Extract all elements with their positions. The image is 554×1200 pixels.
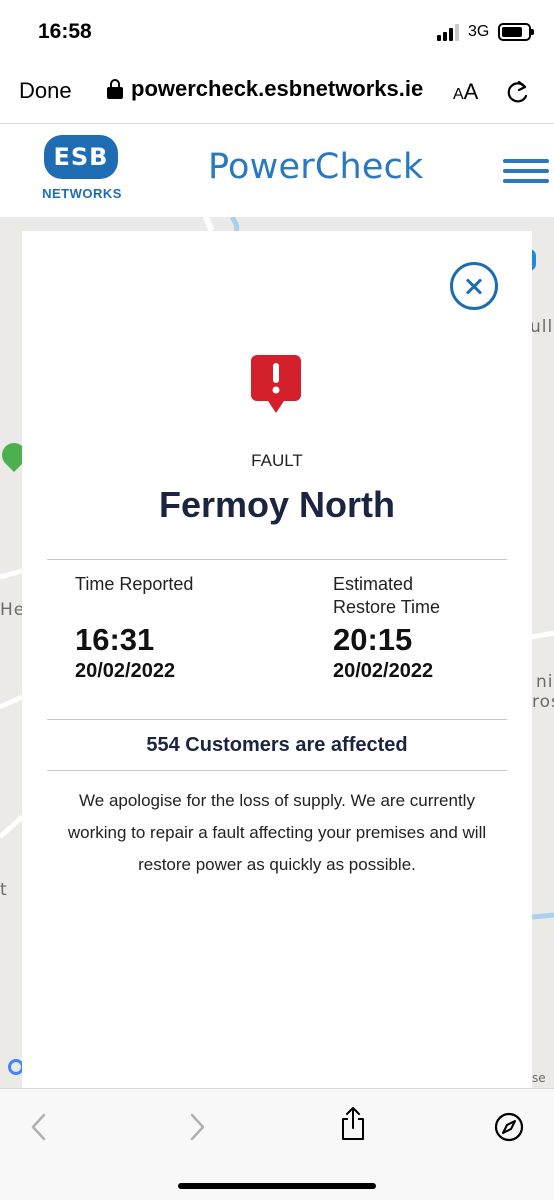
close-icon[interactable]	[450, 262, 498, 310]
restore-time-label-line2: Restore Time	[333, 597, 441, 617]
map-label: se	[532, 1071, 546, 1085]
map-label: ros	[532, 692, 554, 712]
share-icon[interactable]	[339, 1106, 367, 1142]
outage-detail-card: FAULT Fermoy North Time Reported 16:31 2…	[22, 231, 532, 1088]
fault-alert-icon	[251, 355, 301, 413]
restore-date-value: 20/02/2022	[333, 660, 434, 682]
done-button[interactable]: Done	[19, 78, 72, 104]
status-bar: 16:58 3G	[0, 0, 554, 62]
divider	[47, 559, 507, 560]
map-label: ull	[530, 317, 554, 337]
forward-icon[interactable]	[186, 1113, 208, 1141]
site-header: ESB NETWORKS PowerCheck	[0, 124, 554, 217]
lock-icon	[107, 79, 123, 99]
time-reported-value: 16:31	[75, 622, 155, 657]
network-type: 3G	[468, 23, 490, 40]
outage-status: FAULT	[251, 451, 303, 470]
brand-title: PowerCheck	[208, 147, 424, 187]
battery-icon	[498, 23, 534, 41]
divider	[47, 770, 507, 771]
url-text: powercheck.esbnetworks.ie	[131, 76, 424, 101]
compass-icon[interactable]	[493, 1111, 525, 1143]
address-field[interactable]: powercheck.esbnetworks.ie	[107, 76, 423, 102]
customers-affected: 554 Customers are affected	[146, 734, 408, 756]
restore-time-label-line1: Estimated	[333, 574, 414, 594]
outage-message: We apologise for the loss of supply. We …	[67, 791, 487, 874]
browser-url-bar: Done powercheck.esbnetworks.ie AA	[0, 62, 554, 124]
outage-location: Fermoy North	[158, 484, 396, 525]
back-icon[interactable]	[28, 1113, 50, 1141]
home-indicator	[178, 1183, 376, 1189]
map-label: t	[0, 880, 8, 900]
signal-icon	[437, 24, 459, 41]
esb-networks-logo[interactable]: ESB NETWORKS	[41, 135, 123, 201]
status-time: 16:58	[38, 20, 92, 43]
hamburger-menu-icon[interactable]	[503, 159, 549, 183]
date-reported-value: 20/02/2022	[75, 660, 176, 682]
reload-icon[interactable]	[505, 79, 531, 105]
restore-time-value: 20:15	[333, 622, 413, 657]
text-size-button[interactable]: AA	[453, 79, 478, 105]
divider	[47, 719, 507, 720]
map-label: ni	[536, 672, 554, 692]
time-reported-label: Time Reported	[75, 574, 194, 594]
